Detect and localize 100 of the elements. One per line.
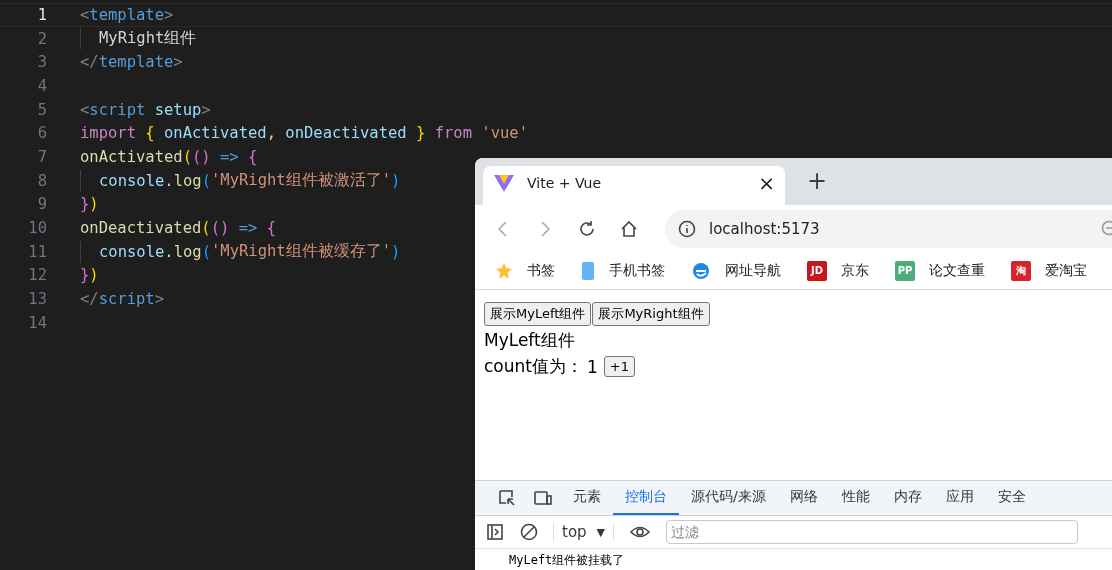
code-token: import	[80, 124, 136, 143]
code-token: (	[182, 147, 192, 166]
code-token: (	[201, 171, 211, 190]
component-heading: MyLeft组件	[484, 329, 575, 352]
code-token: log	[173, 242, 202, 261]
devtools-tab[interactable]: 控制台	[613, 481, 679, 515]
code-token: ()	[210, 219, 230, 238]
line-number: 3	[36, 53, 47, 72]
line-number: 2	[36, 29, 47, 48]
info-icon[interactable]	[677, 218, 697, 239]
line-number: 8	[36, 171, 47, 190]
code-token: MyRight组件	[99, 28, 197, 50]
code-token: onActivated	[163, 124, 267, 143]
inspect-icon[interactable]	[497, 488, 517, 508]
globe-icon	[691, 260, 711, 281]
bookmark[interactable]: JD 京东	[807, 260, 869, 281]
code-token: template	[89, 5, 164, 24]
tab-title: Vite + Vue	[527, 174, 602, 191]
code-token: ()	[192, 147, 211, 166]
code-token: >	[164, 5, 174, 24]
code-token: console	[99, 242, 165, 261]
context-dropdown[interactable]: top ▼	[553, 523, 615, 541]
show-component-button[interactable]: 展示MyLeft组件	[484, 302, 592, 326]
phone-icon	[581, 260, 595, 281]
clear-icon[interactable]	[519, 522, 539, 542]
code-token: script	[98, 290, 155, 309]
code-token: from	[433, 124, 472, 143]
code-token: onActivated	[80, 147, 183, 166]
count-label: count值为：	[484, 355, 583, 378]
browser-tab[interactable]: Vite + Vue ×	[483, 166, 785, 205]
console-message: MyLeft组件被挂载了	[508, 552, 626, 569]
code-token: <	[80, 100, 90, 119]
new-tab-button[interactable]: +	[807, 167, 828, 195]
triangle-logo-icon	[493, 172, 515, 193]
code-token: }	[80, 195, 90, 214]
code-token: script	[89, 100, 146, 119]
bookmark[interactable]: 网址导航	[691, 260, 781, 281]
code-token: onDeactivated	[284, 124, 407, 143]
star-icon	[495, 261, 513, 280]
code-token: )	[89, 266, 99, 285]
code-token: (	[201, 219, 211, 238]
code-token: </	[80, 53, 99, 72]
line-number: 12	[27, 266, 47, 285]
home-icon[interactable]	[619, 218, 639, 239]
line-number: 6	[36, 124, 47, 143]
line-number: 4	[36, 76, 47, 95]
code-token: .	[164, 242, 174, 261]
count-value: 1	[586, 356, 598, 377]
line-number: 10	[27, 219, 47, 238]
line-number: 7	[36, 147, 47, 166]
code-token: template	[98, 53, 174, 72]
line-number: 9	[36, 195, 47, 214]
code-token: }	[415, 124, 426, 143]
line-number: 5	[36, 100, 47, 119]
address-bar[interactable]: localhost:5173	[665, 209, 1112, 248]
close-tab-button[interactable]: ×	[758, 170, 775, 195]
code-token: {	[247, 147, 258, 166]
code-token: 'MyRight组件被激活了'	[211, 170, 391, 192]
code-token: ,	[266, 124, 276, 143]
code-token: (	[201, 242, 211, 261]
code-token: log	[173, 171, 202, 190]
devtools-tab[interactable]: 应用	[933, 481, 986, 515]
code-token: =>	[237, 219, 258, 238]
code-token: >	[154, 290, 164, 309]
reload-icon[interactable]	[577, 218, 597, 239]
code-token: onDeactivated	[80, 219, 202, 238]
increment-button[interactable]: +1	[603, 356, 635, 377]
bookmark[interactable]: 书签	[495, 261, 555, 280]
site-logo: 淘	[1011, 260, 1031, 281]
bookmark[interactable]: PP 论文查重	[895, 260, 985, 281]
code-token: >	[201, 100, 211, 119]
code-token: console	[99, 171, 165, 190]
code-token: }	[80, 266, 90, 285]
sidebar-icon[interactable]	[485, 522, 505, 542]
show-component-button[interactable]: 展示MyRight组件	[592, 302, 710, 326]
devtools-tab[interactable]: 内存	[881, 481, 934, 515]
code-token: </	[80, 290, 99, 309]
devtools-tab[interactable]: 元素	[561, 481, 613, 515]
bookmark[interactable]: 手机书签	[581, 260, 665, 281]
devtools-tab[interactable]: 源代码/来源	[679, 481, 778, 515]
devtools-tab[interactable]: 性能	[829, 481, 882, 515]
code-token: =>	[219, 147, 239, 166]
code-token: {	[144, 124, 155, 143]
code-token: 'vue'	[480, 124, 528, 143]
code-token: setup	[153, 100, 202, 119]
site-logo: JD	[807, 260, 827, 281]
site-logo: PP	[895, 260, 915, 281]
devtools-tab[interactable]: 网络	[777, 481, 830, 515]
code-token: 'MyRight组件被缓存了'	[211, 241, 391, 263]
code-token: >	[173, 53, 183, 72]
line-number: 13	[27, 290, 47, 309]
code-token: )	[391, 171, 401, 190]
filter-field[interactable]: 过滤	[666, 520, 1079, 544]
code-token: <	[80, 5, 90, 24]
devtools-tab[interactable]: 安全	[985, 481, 1038, 515]
code-token: )	[391, 242, 401, 261]
caret-icon: ▼	[596, 525, 606, 539]
device-icon[interactable]	[533, 488, 553, 508]
code-token: )	[89, 195, 99, 214]
bookmark[interactable]: 淘 爱淘宝	[1011, 260, 1087, 281]
